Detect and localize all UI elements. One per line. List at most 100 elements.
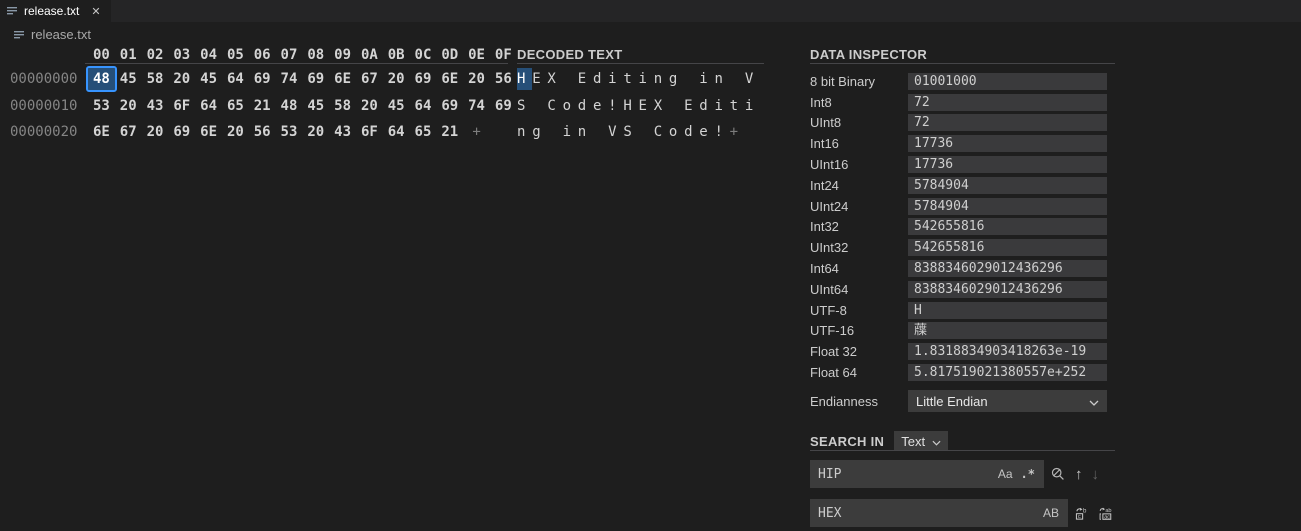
inspector-value[interactable]: 17736 xyxy=(908,156,1107,173)
decoded-char-cell[interactable]: ! xyxy=(608,95,623,117)
decoded-char-cell[interactable]: n xyxy=(714,68,729,90)
inspector-value[interactable]: 72 xyxy=(908,114,1107,131)
decoded-char-cell[interactable]: n xyxy=(654,68,669,90)
inspector-value[interactable]: 1.8318834903418263e-19 xyxy=(908,343,1107,360)
inspector-value[interactable]: 8388346029012436296 xyxy=(908,281,1107,298)
hex-byte-cell[interactable]: 20 xyxy=(115,95,142,117)
inspector-value[interactable]: 17736 xyxy=(908,135,1107,152)
hex-byte-cell[interactable]: 21 xyxy=(249,95,276,117)
decoded-char-cell[interactable]: i xyxy=(714,95,729,117)
decoded-char-cell[interactable] xyxy=(669,95,684,117)
hex-byte-cell[interactable]: 6E xyxy=(195,121,222,143)
next-match-icon[interactable]: ↓ xyxy=(1092,467,1100,482)
decoded-char-cell[interactable]: d xyxy=(699,95,714,117)
inspector-value[interactable]: H xyxy=(908,302,1107,319)
hex-byte-cell[interactable]: 45 xyxy=(302,95,329,117)
hex-byte-cell[interactable]: 74 xyxy=(276,68,303,90)
hex-byte-cell[interactable]: 20 xyxy=(222,121,249,143)
hex-byte-cell[interactable]: 69 xyxy=(490,95,517,117)
decoded-char-cell[interactable]: V xyxy=(608,121,623,143)
tab-release-txt[interactable]: release.txt ✕ xyxy=(0,0,111,22)
hex-byte-cell[interactable]: 20 xyxy=(302,121,329,143)
hex-byte-cell[interactable]: 45 xyxy=(383,95,410,117)
decoded-char-cell[interactable] xyxy=(563,68,578,90)
decoded-char-cell[interactable]: g xyxy=(669,68,684,90)
hex-byte-cell[interactable]: 20 xyxy=(463,68,490,90)
hex-byte-cell[interactable]: 58 xyxy=(142,68,169,90)
hex-byte-cell[interactable]: 6E xyxy=(436,68,463,90)
decoded-char-cell[interactable]: o xyxy=(563,95,578,117)
hex-byte-cell[interactable]: 64 xyxy=(222,68,249,90)
decoded-char-cell[interactable]: i xyxy=(745,95,760,117)
decoded-char-cell[interactable]: X xyxy=(547,68,562,90)
decoded-char-cell[interactable]: g xyxy=(532,121,547,143)
decoded-char-cell[interactable]: n xyxy=(517,121,532,143)
replace-icon[interactable]: b c xyxy=(1074,506,1089,521)
hex-byte-cell[interactable]: 20 xyxy=(168,68,195,90)
hex-byte-cell[interactable]: 64 xyxy=(383,121,410,143)
regex-icon[interactable]: .* xyxy=(1017,466,1039,482)
replace-all-icon[interactable]: ab ac xyxy=(1098,506,1113,521)
decoded-char-cell[interactable]: S xyxy=(623,121,638,143)
hex-byte-cell[interactable]: 65 xyxy=(222,95,249,117)
endianness-select[interactable]: Little Endian xyxy=(908,390,1107,412)
previous-match-icon[interactable]: ↑ xyxy=(1075,467,1083,482)
decoded-char-cell[interactable]: e xyxy=(699,121,714,143)
decoded-char-cell[interactable]: i xyxy=(563,121,578,143)
hex-byte-cell[interactable]: 20 xyxy=(383,68,410,90)
hex-byte-cell[interactable]: 69 xyxy=(436,95,463,117)
hex-byte-cell[interactable]: 74 xyxy=(463,95,490,117)
decoded-char-cell[interactable]: o xyxy=(669,121,684,143)
hex-byte-cell[interactable]: 69 xyxy=(302,68,329,90)
hex-byte-cell[interactable]: 56 xyxy=(249,121,276,143)
inspector-value[interactable]: 72 xyxy=(908,94,1107,111)
hex-byte-cell[interactable]: 20 xyxy=(142,121,169,143)
add-byte-cell[interactable]: + xyxy=(463,121,490,143)
hex-byte-cell[interactable]: 69 xyxy=(249,68,276,90)
hex-byte-cell[interactable]: 67 xyxy=(115,121,142,143)
decoded-char-cell[interactable]: X xyxy=(654,95,669,117)
inspector-value[interactable]: 5.817519021380557e+252 xyxy=(908,364,1107,381)
hex-byte-cell[interactable]: 69 xyxy=(410,68,437,90)
decoded-char-cell[interactable]: t xyxy=(730,95,745,117)
hex-byte-cell[interactable]: 43 xyxy=(142,95,169,117)
hex-byte-cell[interactable]: 56 xyxy=(490,68,517,90)
inspector-value[interactable]: 5784904 xyxy=(908,177,1107,194)
decoded-char-cell[interactable] xyxy=(593,121,608,143)
inspector-value[interactable]: 5784904 xyxy=(908,198,1107,215)
decoded-char-cell[interactable]: H xyxy=(517,68,532,90)
decoded-char-cell[interactable]: E xyxy=(639,95,654,117)
hex-byte-cell[interactable]: 67 xyxy=(356,68,383,90)
hex-byte-cell[interactable]: 20 xyxy=(356,95,383,117)
close-icon[interactable]: ✕ xyxy=(91,5,100,18)
inspector-value[interactable]: 542655816 xyxy=(908,239,1107,256)
decoded-char-cell[interactable]: E xyxy=(532,68,547,90)
decoded-char-cell[interactable] xyxy=(639,121,654,143)
decoded-char-cell[interactable]: C xyxy=(547,95,562,117)
decoded-char-cell[interactable]: e xyxy=(593,95,608,117)
hex-byte-cell[interactable]: 58 xyxy=(329,95,356,117)
decoded-char-cell[interactable] xyxy=(532,95,547,117)
decoded-char-cell[interactable]: n xyxy=(578,121,593,143)
hex-byte-cell[interactable]: 64 xyxy=(410,95,437,117)
breadcrumb[interactable]: release.txt xyxy=(13,27,91,42)
decoded-char-cell[interactable]: E xyxy=(684,95,699,117)
hex-byte-cell[interactable]: 6F xyxy=(356,121,383,143)
hex-byte-cell[interactable]: 53 xyxy=(88,95,115,117)
hex-byte-cell[interactable]: 6E xyxy=(88,121,115,143)
match-case-icon[interactable]: Aa xyxy=(994,466,1017,482)
hex-byte-cell[interactable]: 6F xyxy=(168,95,195,117)
inspector-value[interactable]: 542655816 xyxy=(908,218,1107,235)
hex-byte-cell[interactable]: 43 xyxy=(329,121,356,143)
decoded-char-cell[interactable]: i xyxy=(699,68,714,90)
preserve-case-icon[interactable]: AB xyxy=(1039,505,1063,521)
hex-byte-cell[interactable]: 6E xyxy=(329,68,356,90)
decoded-char-cell[interactable]: t xyxy=(623,68,638,90)
hex-byte-cell[interactable]: 64 xyxy=(195,95,222,117)
decoded-char-cell[interactable]: d xyxy=(593,68,608,90)
decoded-char-cell[interactable]: ! xyxy=(714,121,729,143)
decoded-char-cell[interactable]: d xyxy=(684,121,699,143)
search-mode-select[interactable]: Text xyxy=(894,431,948,451)
inspector-value[interactable]: 01001000 xyxy=(908,73,1107,90)
inspector-value[interactable]: 8388346029012436296 xyxy=(908,260,1107,277)
